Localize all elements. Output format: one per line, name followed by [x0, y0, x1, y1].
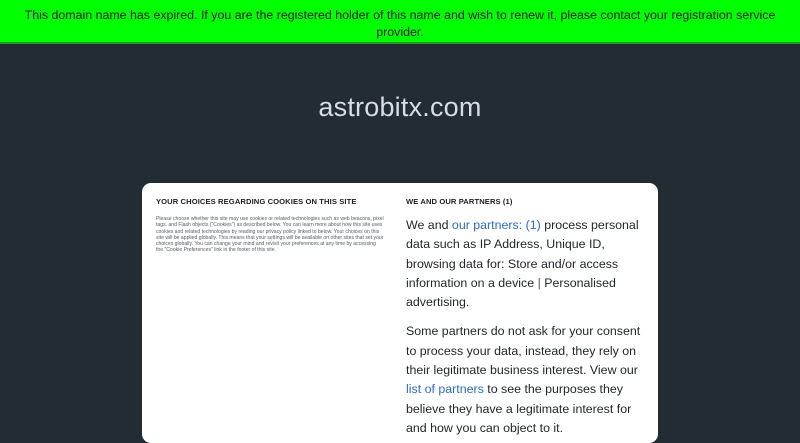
partners-p2-prefix: Some partners do not ask for your consen… [406, 324, 641, 378]
cookie-choices-description: Please choose whether this site may use … [156, 216, 384, 254]
cookie-choices-section: YOUR CHOICES REGARDING COOKIES ON THIS S… [156, 197, 384, 254]
our-partners-link[interactable]: our partners: (1) [452, 218, 541, 232]
cookie-choices-heading: YOUR CHOICES REGARDING COOKIES ON THIS S… [156, 197, 357, 206]
partners-paragraph-1: We and our partners: (1) process persona… [406, 216, 642, 312]
expiry-banner: This domain name has expired. If you are… [0, 0, 800, 44]
partners-p1-prefix: We and [406, 218, 452, 232]
list-of-partners-link[interactable]: list of partners [406, 382, 484, 396]
cookie-consent-panel: YOUR CHOICES REGARDING COOKIES ON THIS S… [142, 183, 658, 443]
expiry-message: This domain name has expired. If you are… [24, 8, 776, 39]
domain-name-heading: astrobitx.com [318, 92, 482, 122]
partners-section: WE AND OUR PARTNERS (1) We and our partn… [406, 197, 642, 443]
partners-heading: WE AND OUR PARTNERS (1) [406, 197, 513, 206]
